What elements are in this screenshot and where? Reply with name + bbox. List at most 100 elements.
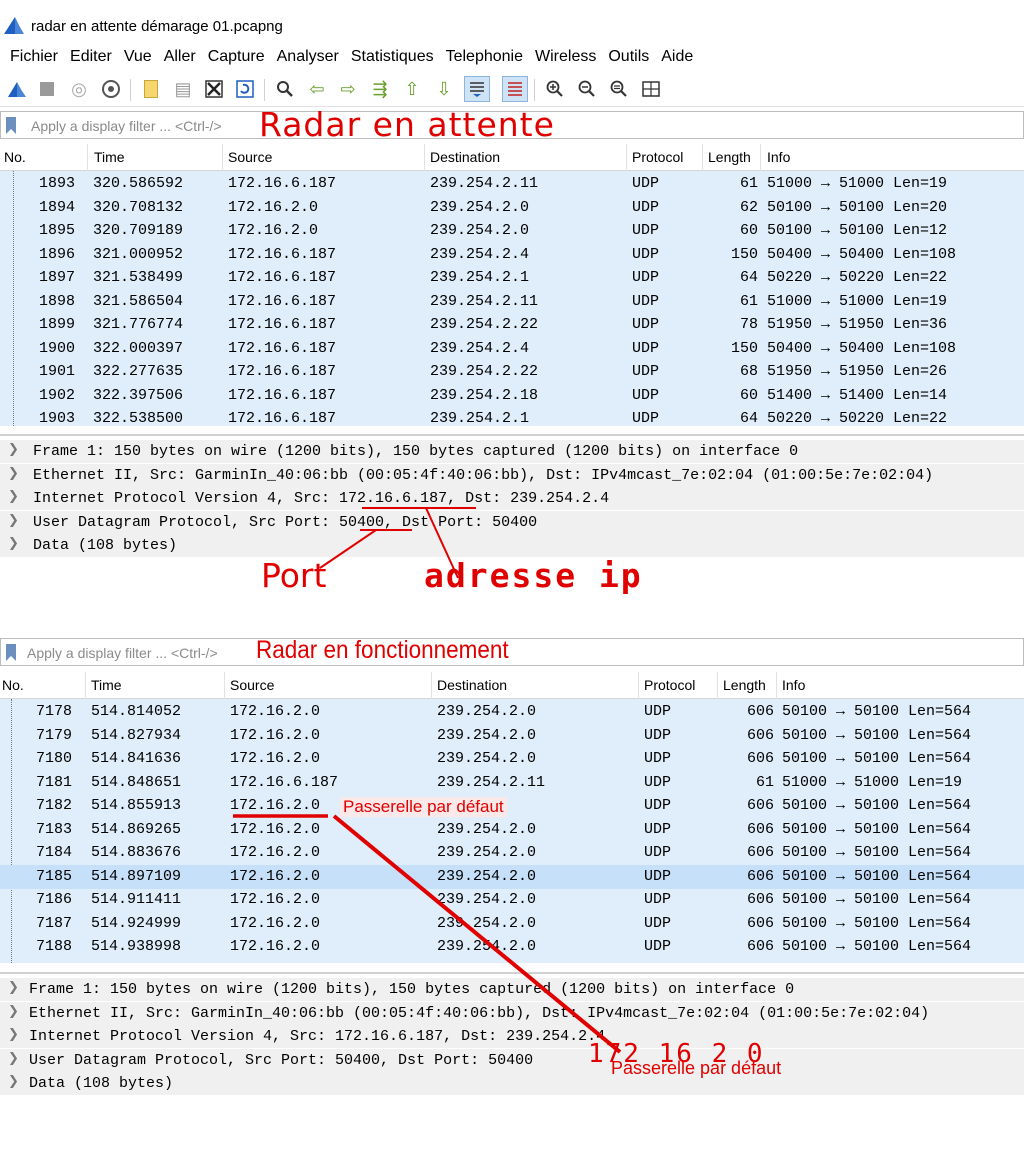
packet-row[interactable]: 1893 320.586592 172.16.6.187 239.254.2.11 UD… <box>0 172 1024 196</box>
expand-chevron-icon[interactable]: ❯ <box>8 442 19 457</box>
col-protocol-header[interactable]: Protocol <box>632 149 683 165</box>
detail-row[interactable]: ❯ Frame 1: 150 bytes on wire (1200 bits),… <box>0 440 1024 463</box>
detail-row[interactable]: ❯ Frame 1: 150 bytes on wire (1200 bits),… <box>0 978 1024 1001</box>
col-length-header[interactable]: Length <box>708 149 751 165</box>
col-protocol-header[interactable]: Protocol <box>644 677 695 693</box>
col-no-header[interactable]: No. <box>2 677 24 693</box>
open-file-icon[interactable] <box>138 76 164 102</box>
packet-protocol: UDP <box>632 292 660 310</box>
filter-bookmark-icon[interactable] <box>6 644 16 661</box>
expand-chevron-icon[interactable]: ❯ <box>8 1004 19 1019</box>
col-time-header[interactable]: Time <box>91 677 122 693</box>
packet-row[interactable]: 1901 322.277635 172.16.6.187 239.254.2.22 UD… <box>0 360 1024 384</box>
back-arrow-icon[interactable]: ⇦ <box>304 76 330 102</box>
packet-row[interactable]: 7185 514.897109 172.16.2.0 239.254.2.0 UDP 60… <box>0 864 1024 889</box>
detail-row[interactable]: ❯ Data (108 bytes) <box>0 534 1024 557</box>
find-icon[interactable] <box>272 76 298 102</box>
expand-chevron-icon[interactable]: ❯ <box>8 980 19 995</box>
resize-columns-icon[interactable] <box>638 76 664 102</box>
save-file-icon[interactable]: ▤ <box>170 76 196 102</box>
last-packet-icon[interactable]: ⇩ <box>431 76 457 102</box>
expand-chevron-icon[interactable]: ❯ <box>8 1074 19 1089</box>
col-length-header[interactable]: Length <box>723 677 766 693</box>
shark-start-icon[interactable] <box>4 76 30 102</box>
packet-row[interactable]: 7186 514.911411 172.16.2.0 239.254.2.0 UDP 60… <box>0 888 1024 912</box>
reload-icon[interactable] <box>232 76 258 102</box>
expand-chevron-icon[interactable]: ❯ <box>8 1027 19 1042</box>
packet-row[interactable]: 1898 321.586504 172.16.6.187 239.254.2.11 UD… <box>0 290 1024 314</box>
go-to-packet-icon[interactable]: ⇶ <box>367 76 393 102</box>
menu-wireless[interactable]: Wireless <box>535 44 596 70</box>
menu-analyser[interactable]: Analyser <box>277 44 339 70</box>
display-filter-input-2[interactable]: Apply a display filter ... <Ctrl-/> <box>27 645 218 661</box>
col-info-header[interactable]: Info <box>782 677 805 693</box>
packet-row[interactable]: 7187 514.924999 172.16.2.0 239.254.2.0 UDP 60… <box>0 912 1024 936</box>
autoscroll-icon[interactable] <box>464 76 490 102</box>
packet-row[interactable]: 1899 321.776774 172.16.6.187 239.254.2.22 UD… <box>0 313 1024 337</box>
zoom-out-icon[interactable] <box>574 76 600 102</box>
detail-row[interactable]: ❯ User Datagram Protocol, Src Port: 50400… <box>0 510 1024 534</box>
menu-aide[interactable]: Aide <box>661 44 693 70</box>
col-no-header[interactable]: No. <box>4 149 26 165</box>
zoom-in-icon[interactable] <box>542 76 568 102</box>
packet-row[interactable]: 1900 322.000397 172.16.6.187 239.254.2.4 UDP… <box>0 337 1024 361</box>
packet-row[interactable]: 1902 322.397506 172.16.6.187 239.254.2.18 UD… <box>0 384 1024 408</box>
detail-row[interactable]: ❯ Ethernet II, Src: GarminIn_40:06:bb (00… <box>0 463 1024 487</box>
packet-time: 514.897109 <box>91 867 182 885</box>
expand-chevron-icon[interactable]: ❯ <box>8 466 19 481</box>
display-filter-input-1[interactable]: Apply a display filter ... <Ctrl-/> <box>31 118 222 134</box>
col-info-header[interactable]: Info <box>767 149 790 165</box>
close-file-icon[interactable] <box>201 76 227 102</box>
expand-chevron-icon[interactable]: ❯ <box>8 513 19 528</box>
packet-row[interactable]: 7184 514.883676 172.16.2.0 239.254.2.0 UDP 60… <box>0 841 1024 865</box>
col-time-header[interactable]: Time <box>94 149 125 165</box>
packet-row[interactable]: 7183 514.869265 172.16.2.0 239.254.2.0 UDP 60… <box>0 818 1024 842</box>
detail-row[interactable]: ❯ Internet Protocol Version 4, Src: 172.1… <box>0 487 1024 510</box>
expand-chevron-icon[interactable]: ❯ <box>8 536 19 551</box>
packet-row[interactable]: 7180 514.841636 172.16.2.0 239.254.2.0 UDP 60… <box>0 747 1024 771</box>
packet-row[interactable]: 1896 321.000952 172.16.6.187 239.254.2.4 UDP… <box>0 243 1024 267</box>
packet-row[interactable]: 1894 320.708132 172.16.2.0 239.254.2.0 UDP 62… <box>0 196 1024 220</box>
col-source-header[interactable]: Source <box>228 149 272 165</box>
col-destination-header[interactable]: Destination <box>437 677 507 693</box>
packet-row[interactable]: 7179 514.827934 172.16.2.0 239.254.2.0 UDP 60… <box>0 724 1024 748</box>
expand-chevron-icon[interactable]: ❯ <box>8 1051 19 1066</box>
menu-vue[interactable]: Vue <box>124 44 152 70</box>
options-gear-icon[interactable] <box>98 76 124 102</box>
packet-length: 64 <box>739 269 758 286</box>
packet-row[interactable]: 7188 514.938998 172.16.2.0 239.254.2.0 UDP 60… <box>0 935 1024 959</box>
packet-length: 61 <box>739 292 758 310</box>
packet-row[interactable]: 1897 321.538499 172.16.6.187 239.254.2.1 UDP… <box>0 266 1024 290</box>
detail-row[interactable]: ❯ Internet Protocol Version 4, Src: 172.1… <box>0 1025 1024 1048</box>
menu-telephonie[interactable]: Telephonie <box>446 44 523 70</box>
normal-size-icon[interactable] <box>606 76 632 102</box>
packet-source: 172.16.6.187 <box>228 175 337 192</box>
packet-source: 172.16.6.187 <box>228 339 337 357</box>
colorize-icon[interactable] <box>502 76 528 102</box>
detail-row[interactable]: ❯ Ethernet II, Src: GarminIn_40:06:bb (00… <box>0 1001 1024 1025</box>
col-destination-header[interactable]: Destination <box>430 149 500 165</box>
col-source-header[interactable]: Source <box>230 677 274 693</box>
packet-row[interactable]: 1895 320.709189 172.16.2.0 239.254.2.0 UDP 60… <box>0 219 1024 243</box>
expand-chevron-icon[interactable]: ❯ <box>8 489 19 504</box>
packet-length: 606 <box>746 750 774 767</box>
packet-protocol: UDP <box>644 726 672 744</box>
restart-icon[interactable]: ◎ <box>66 76 92 102</box>
filter-bookmark-icon[interactable] <box>6 117 16 134</box>
forward-arrow-icon[interactable]: ⇨ <box>335 76 361 102</box>
detail-row[interactable]: ❯ Data (108 bytes) <box>0 1072 1024 1095</box>
packet-row[interactable]: 7178 514.814052 172.16.2.0 239.254.2.0 UDP 60… <box>0 700 1024 724</box>
packet-row[interactable]: 7181 514.848651 172.16.6.187 239.254.2.11 UD… <box>0 771 1024 795</box>
menu-statistiques[interactable]: Statistiques <box>351 44 434 70</box>
stop-icon[interactable] <box>34 76 60 102</box>
menu-aller[interactable]: Aller <box>164 44 196 70</box>
packet-row[interactable]: 7182 514.855913 172.16.2.0 UDP 606 50100 → 50… <box>0 794 1024 818</box>
detail-text: Internet Protocol Version 4, Src: 172.16… <box>33 490 610 507</box>
menu-outils[interactable]: Outils <box>608 44 649 70</box>
packet-row[interactable]: 1903 322.538500 172.16.6.187 239.254.2.1 UDP… <box>0 407 1024 431</box>
first-packet-icon[interactable]: ⇧ <box>399 76 425 102</box>
menu-fichier[interactable]: Fichier <box>10 44 58 70</box>
menu-editer[interactable]: Editer <box>70 44 112 70</box>
detail-row[interactable]: ❯ User Datagram Protocol, Src Port: 50400… <box>0 1048 1024 1072</box>
menu-capture[interactable]: Capture <box>208 44 265 70</box>
